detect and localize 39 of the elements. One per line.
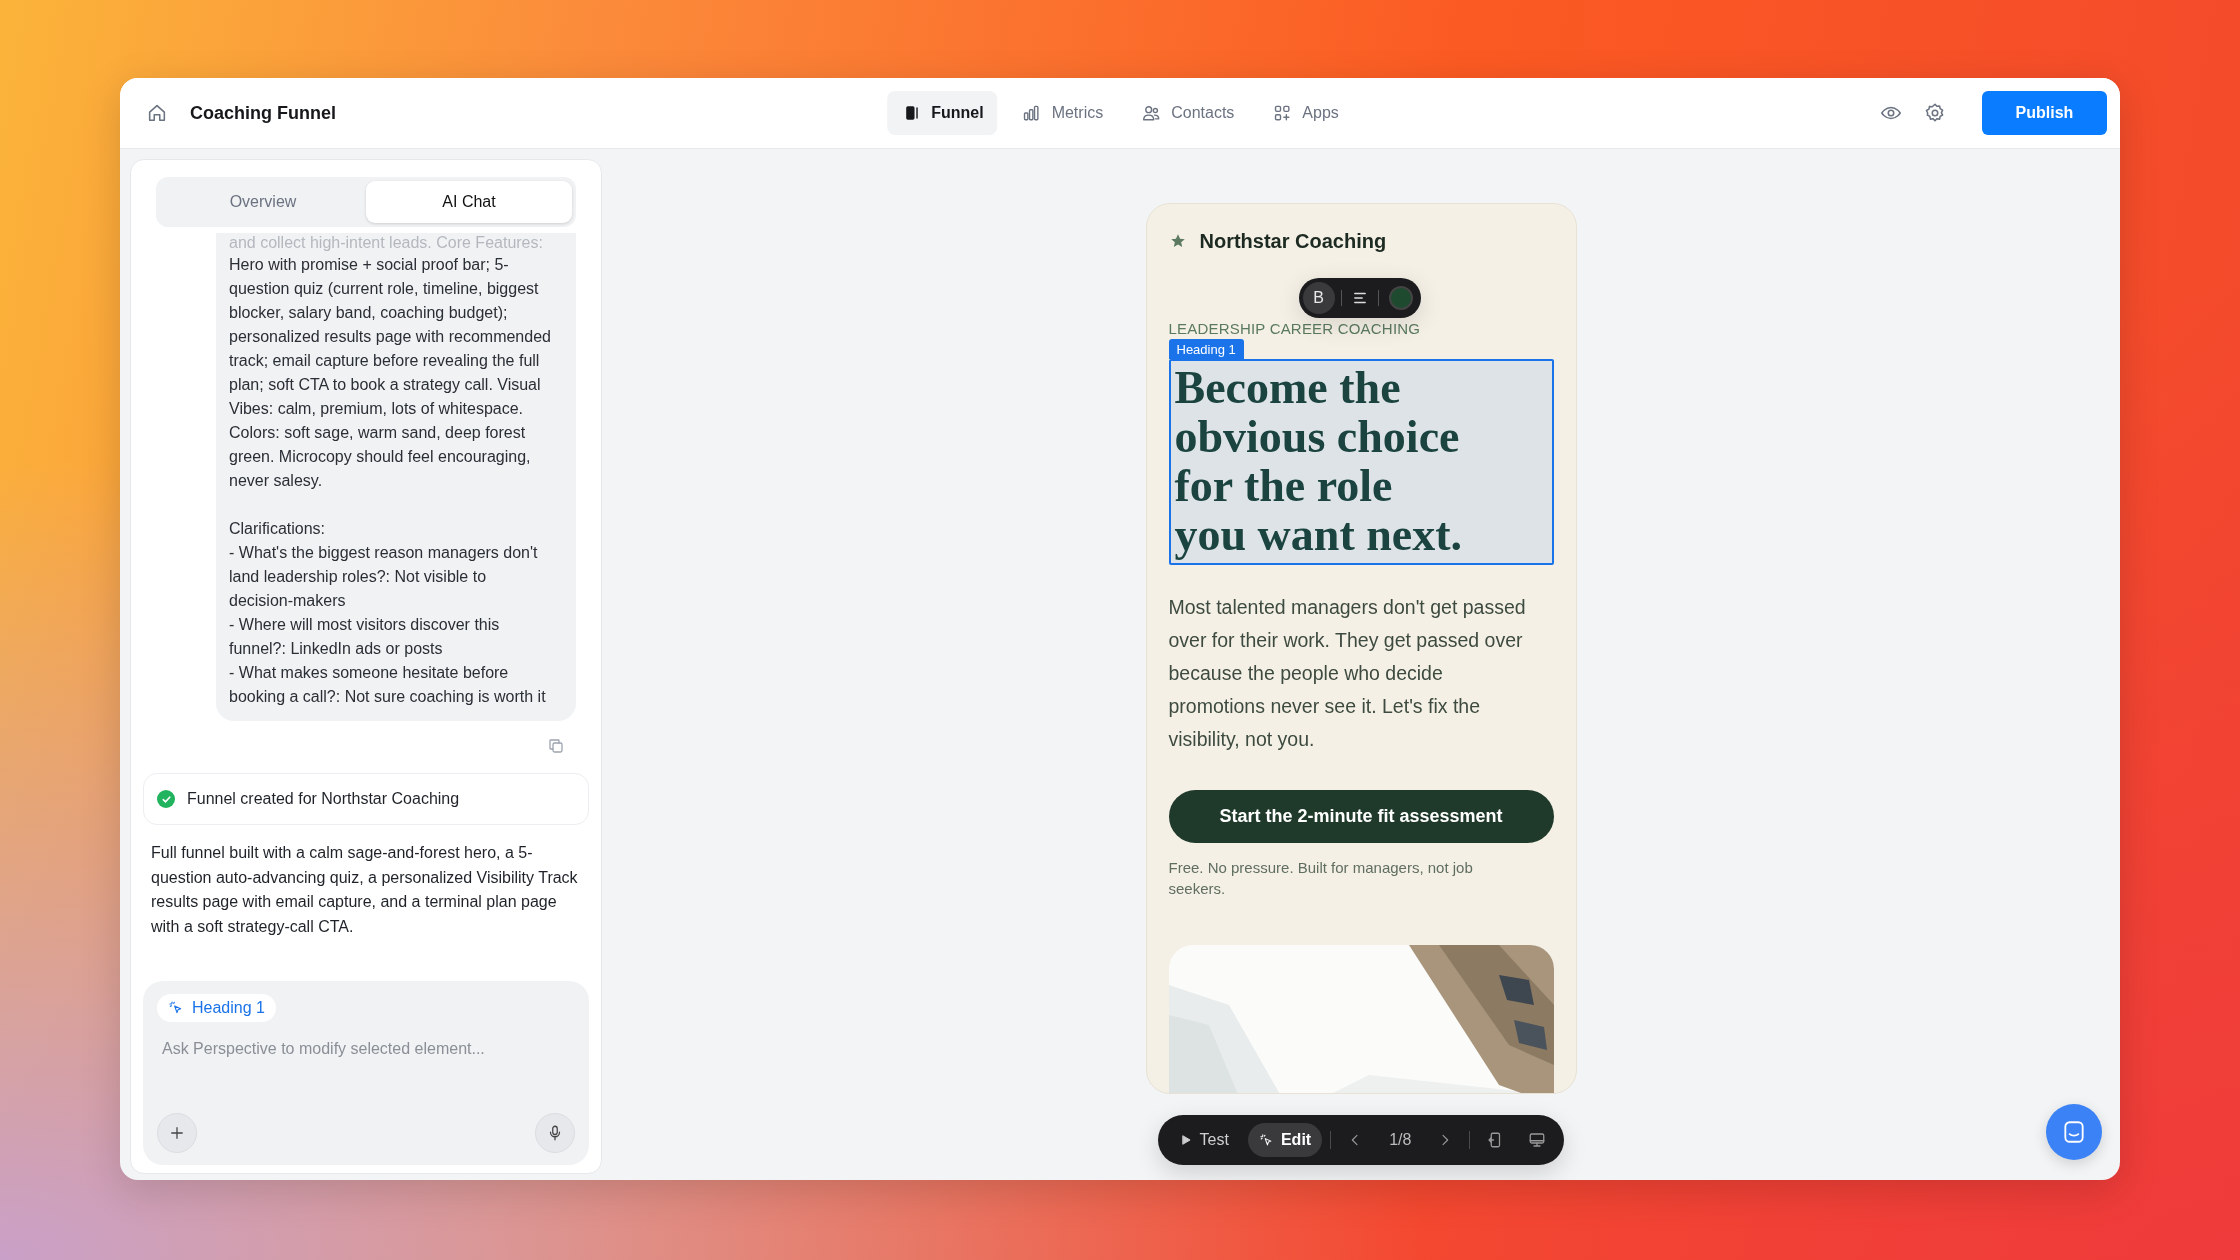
message-text: and collect high-intent leads. Core Features: [229,233,544,253]
panel-tab[interactable]: Overview [160,181,366,223]
monitor-icon [1528,1131,1547,1149]
hero-text: Most talented managers don't get passed over for their work. They get passed over because the people who decide promotions never see it. Let's fix the visibility, not you. [1168,595,1527,752]
people-icon [1141,103,1162,123]
panel-tab[interactable]: AI Chat [366,181,572,223]
selection-chip[interactable]: Heading 1 [157,994,276,1022]
message-text: Hero with promise + social proof bar; 5-question quiz (current role, timeline, biggest blocker, salary band, coaching budget); personalized results page with recommended track; email capture before revealing the full plan; soft CTA to book a strategy call. Visual Vibes: calm, premium, lots of whitespace. Colors: soft sage, warm sand, deep forest green. Microcopy should feel encouraging, never salesy. Clarifications: - What's the biggest reason managers don't land leadership roles?: Not visible to decision-makers - Where will most visitors discover this funnel?: LinkedIn ads or posts - What makes someone hesitate before booking a call?: Not sure coaching is worth it [229,255,552,707]
publish-button[interactable]: Publish [1982,91,2107,135]
bold-button[interactable]: B [1302,282,1335,314]
status-text: Funnel created for Northstar Coaching [187,790,460,808]
add-button[interactable] [157,1113,197,1153]
page-counter: 1/8 [1388,1131,1413,1149]
mode-tab[interactable]: Test [1167,1123,1240,1157]
mode-tab[interactable]: Edit [1247,1123,1323,1157]
app-title: Coaching Funnel [190,102,336,124]
nav-tab[interactable]: Funnel [887,91,998,135]
hero-heading[interactable]: Become the obvious choice for the role you want next. [1168,359,1554,565]
chat-button[interactable] [2046,1104,2102,1160]
prompt-field[interactable]: Ask Perspective to modify selected element... [157,1036,575,1062]
eyebrow-text: LEADERSHIP CAREER COACHING [1168,320,1422,337]
bar-chart-icon [1021,103,1042,123]
cursor-click-icon [168,1000,184,1016]
microphone-button[interactable] [535,1113,575,1153]
nav-tab[interactable]: Metrics [1007,91,1118,135]
summary-text: Full funnel built with a calm sage-and-forest hero, a 5-question auto-advancing quiz, a personalized Visibility Track results page with email capture, and a terminal plan page with a soft strategy-call CTA. [151,843,579,937]
cursor-click-icon [1258,1132,1274,1148]
chat-icon [2061,1119,2087,1145]
brand-name: Northstar Coaching [1199,229,1387,253]
nav-tab[interactable]: Contacts [1127,91,1249,135]
nav-tab[interactable]: Apps [1258,91,1353,135]
plus-icon [168,1124,186,1142]
color-swatch[interactable] [1388,286,1413,310]
note-text: Free. No pressure. Built for managers, not job seekers. [1168,858,1474,899]
cta-button[interactable]: Start the 2-minute fit assessment [1168,790,1554,843]
home-icon[interactable] [146,102,168,124]
settings-icon[interactable] [1924,102,1946,124]
selection-label: Heading 1 [1168,339,1244,359]
grid-icon [1272,103,1293,123]
